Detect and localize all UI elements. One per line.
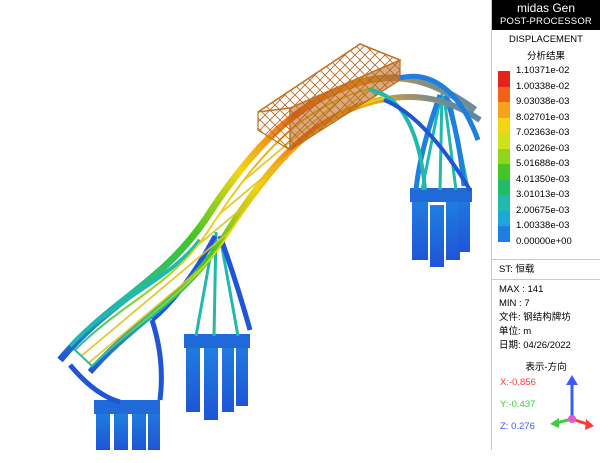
view-y: Y:-0.437 <box>500 399 536 410</box>
result-subtitle: 分析结果 <box>526 51 565 62</box>
max-node: MAX : 141 <box>492 279 600 297</box>
color-legend: 1.10371e-02 1.00338e-02 9.03038e-03 8.02701… <box>492 65 600 257</box>
legend-label: 5.01688e-03 <box>516 158 570 169</box>
unit-label: 单位: m <box>499 326 532 337</box>
legend-label: 4.01350e-03 <box>516 173 570 185</box>
legend-swatch <box>498 71 510 87</box>
legend-swatch <box>498 164 510 180</box>
structure-render <box>57 43 482 450</box>
legend-label: 6.02026e-03 <box>516 142 570 154</box>
app-mode: POST-PROCESSOR <box>499 16 592 27</box>
brand-header: midas Gen POST-PROCESSOR <box>492 0 600 30</box>
view-direction-title: 表示-方向 <box>525 362 567 373</box>
legend-label: 1.00338e-02 <box>516 80 570 92</box>
legend-swatch <box>498 179 510 195</box>
view-z: Z: 0.276 <box>500 421 535 432</box>
legend-label: 7.02363e-03 <box>516 127 570 138</box>
legend-swatch <box>498 226 510 242</box>
legend-label: 0.00000e+00 <box>516 235 572 247</box>
legend-swatch <box>498 195 510 211</box>
result-title: DISPLACEMENT <box>509 34 583 45</box>
legend-swatch <box>498 133 510 149</box>
file-name: 文件: 钢结构牌坊 <box>499 312 571 323</box>
legend-label: 1.10371e-02 <box>516 65 570 76</box>
legend-label: 3.01013e-03 <box>516 189 570 200</box>
legend-swatch <box>498 148 510 164</box>
view-x: X:-0.856 <box>500 377 536 388</box>
result-legend-panel: midas Gen POST-PROCESSOR DISPLACEMENT 分析… <box>491 0 600 450</box>
legend-swatch <box>498 86 510 102</box>
model-viewport[interactable] <box>0 0 490 450</box>
legend-swatch <box>498 117 510 133</box>
min-node: MIN : 7 <box>499 298 530 309</box>
legend-label: 8.02701e-03 <box>516 111 570 123</box>
date-label: 日期: 04/26/2022 <box>499 340 571 351</box>
legend-swatch <box>498 102 510 118</box>
app-name: midas Gen <box>516 1 576 15</box>
deck-ladder <box>73 86 387 368</box>
legend-swatch <box>498 210 510 226</box>
load-case: ST: 恒载 <box>492 259 600 277</box>
legend-label: 9.03038e-03 <box>516 96 570 107</box>
legend-label: 1.00338e-03 <box>516 220 570 231</box>
axis-triad-icon <box>550 375 594 430</box>
legend-label: 2.00675e-03 <box>516 204 570 216</box>
